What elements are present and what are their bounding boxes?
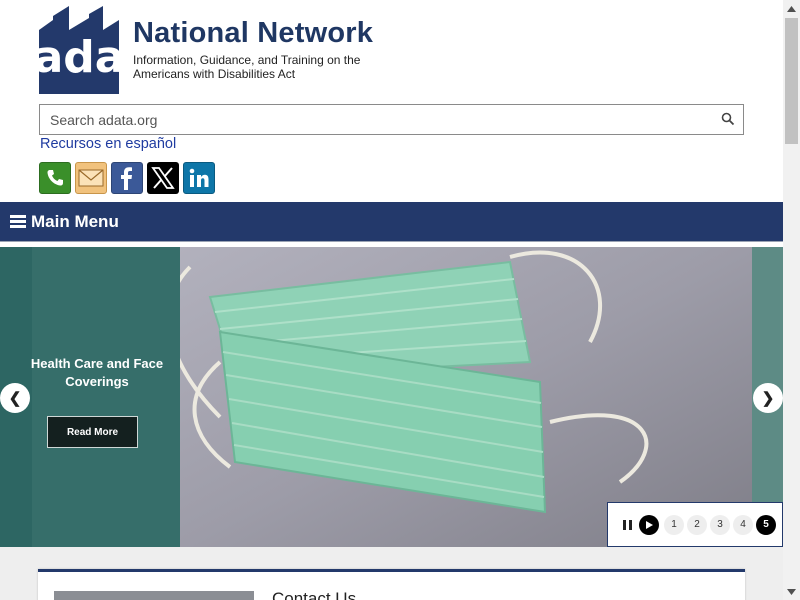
linkedin-icon[interactable] [183,162,215,194]
email-icon[interactable] [75,162,107,194]
main-menu-label: Main Menu [31,211,119,231]
facebook-icon[interactable] [111,162,143,194]
slide-page-2[interactable]: 2 [687,514,707,535]
logo-text: ada [39,32,119,83]
slider-pager: 1 2 3 4 5 [607,502,783,547]
slide-page-5[interactable]: 5 [756,514,776,535]
contact-card-title[interactable]: Contact Us [272,589,356,600]
play-icon[interactable] [639,514,659,535]
scrollbar-thumb[interactable] [785,18,798,144]
page-scrollbar[interactable] [783,0,800,600]
search-box [39,104,744,135]
contact-card: Contact Us [38,569,745,600]
read-more-button[interactable]: Read More [47,416,138,448]
slider-prev-button[interactable]: ❮ [0,383,30,413]
slide-caption: Health Care and Face Coverings [30,356,164,389]
phone-icon[interactable] [39,162,71,194]
scroll-down-arrow-icon[interactable] [783,583,800,600]
search-icon[interactable] [721,112,735,126]
pause-icon[interactable] [620,518,634,532]
slide-caption-panel [32,247,180,547]
spanish-resources-link[interactable]: Recursos en español [40,136,176,152]
ada-logo[interactable]: ada [39,6,119,94]
social-links [39,162,215,194]
site-tagline: Information, Guidance, and Training on t… [133,53,361,81]
scroll-up-arrow-icon[interactable] [783,0,800,17]
contact-card-image [54,591,254,600]
x-icon[interactable] [147,162,179,194]
slide-page-1[interactable]: 1 [664,514,684,535]
slider-next-button[interactable]: ❯ [753,383,783,413]
page: ada National Network Information, Guidan… [0,0,800,600]
site-title[interactable]: National Network [133,17,373,50]
search-input[interactable] [40,105,700,134]
slide-page-4[interactable]: 4 [733,514,753,535]
main-menu-toggle[interactable]: Main Menu [0,202,783,242]
slide-page-3[interactable]: 3 [710,514,730,535]
hamburger-icon [10,215,26,228]
